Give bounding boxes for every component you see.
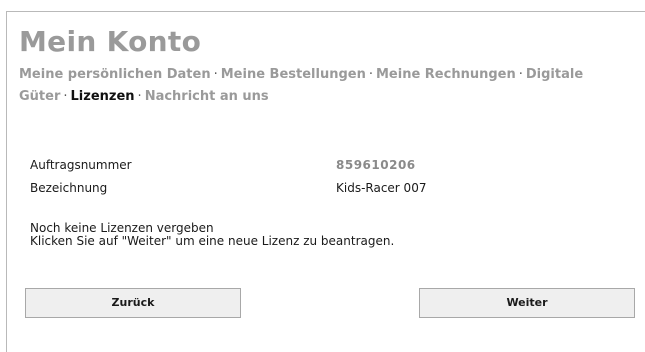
page-title: Mein Konto — [19, 25, 202, 58]
order-number-value: 859610206 — [336, 158, 416, 172]
subnav-item-personal-data[interactable]: Meine persönlichen Daten — [19, 67, 211, 82]
back-button[interactable]: Zurück — [25, 288, 241, 318]
account-subnav: Meine persönlichen Daten · Meine Bestellun… — [19, 64, 631, 108]
subnav-item-invoices[interactable]: Meine Rechnungen — [376, 67, 516, 82]
designation-label: Bezeichnung — [30, 181, 108, 195]
instruction-text: Klicken Sie auf "Weiter" um eine neue Li… — [30, 234, 395, 248]
subnav-separator: · — [63, 89, 68, 104]
subnav-separator: · — [368, 67, 373, 82]
subnav-item-contact[interactable]: Nachricht an uns — [145, 89, 269, 104]
subnav-separator: · — [213, 67, 218, 82]
next-button[interactable]: Weiter — [419, 288, 635, 318]
subnav-separator: · — [137, 89, 142, 104]
subnav-item-licenses[interactable]: Lizenzen — [71, 89, 135, 104]
designation-value: Kids-Racer 007 — [336, 181, 427, 195]
order-number-label: Auftragsnummer — [30, 158, 132, 172]
subnav-separator: · — [518, 67, 523, 82]
license-message: Noch keine Lizenzen vergeben Klicken Sie… — [30, 222, 394, 248]
subnav-item-orders[interactable]: Meine Bestellungen — [221, 67, 366, 82]
